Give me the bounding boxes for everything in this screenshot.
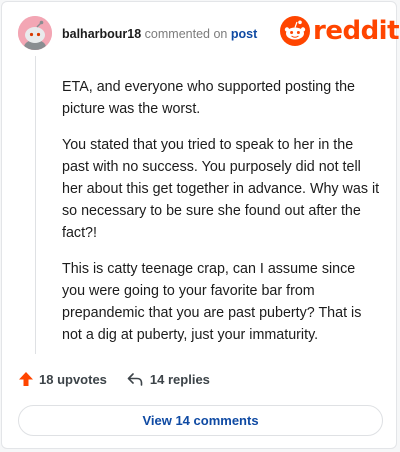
upvote-button[interactable]: 18 upvotes [18,371,107,387]
comment-header: balharbour18 commented on post [62,27,257,41]
comment-actions: 18 upvotes 14 replies [18,371,210,387]
avatar[interactable] [18,16,52,50]
replies-count: 14 replies [149,371,210,387]
comment-paragraph: ETA, and everyone who supported posting … [62,79,356,117]
upvote-count: 18 upvotes [39,371,107,387]
view-comments-button[interactable]: View 14 comments [18,405,383,436]
reddit-wordmark: reddit [313,16,400,46]
upvote-arrow-icon [19,372,33,386]
replies-button[interactable]: 14 replies [127,372,210,387]
comment-body: ETA, and everyone who supported posting … [62,76,380,360]
post-link[interactable]: post [231,27,257,41]
reply-arrow-icon [127,373,143,386]
thread-line [35,56,36,354]
commented-on-text: commented on [144,27,228,41]
reddit-snoo-icon [280,16,310,46]
comment-card: balharbour18 commented on post reddit ET… [1,1,400,449]
comment-paragraph: You stated that you tried to speak to he… [62,137,380,241]
snoo-avatar-icon [18,16,52,50]
username-link[interactable]: balharbour18 [62,27,141,41]
reddit-logo[interactable]: reddit [280,16,400,46]
comment-paragraph: This is catty teenage crap, can I assume… [62,261,362,343]
